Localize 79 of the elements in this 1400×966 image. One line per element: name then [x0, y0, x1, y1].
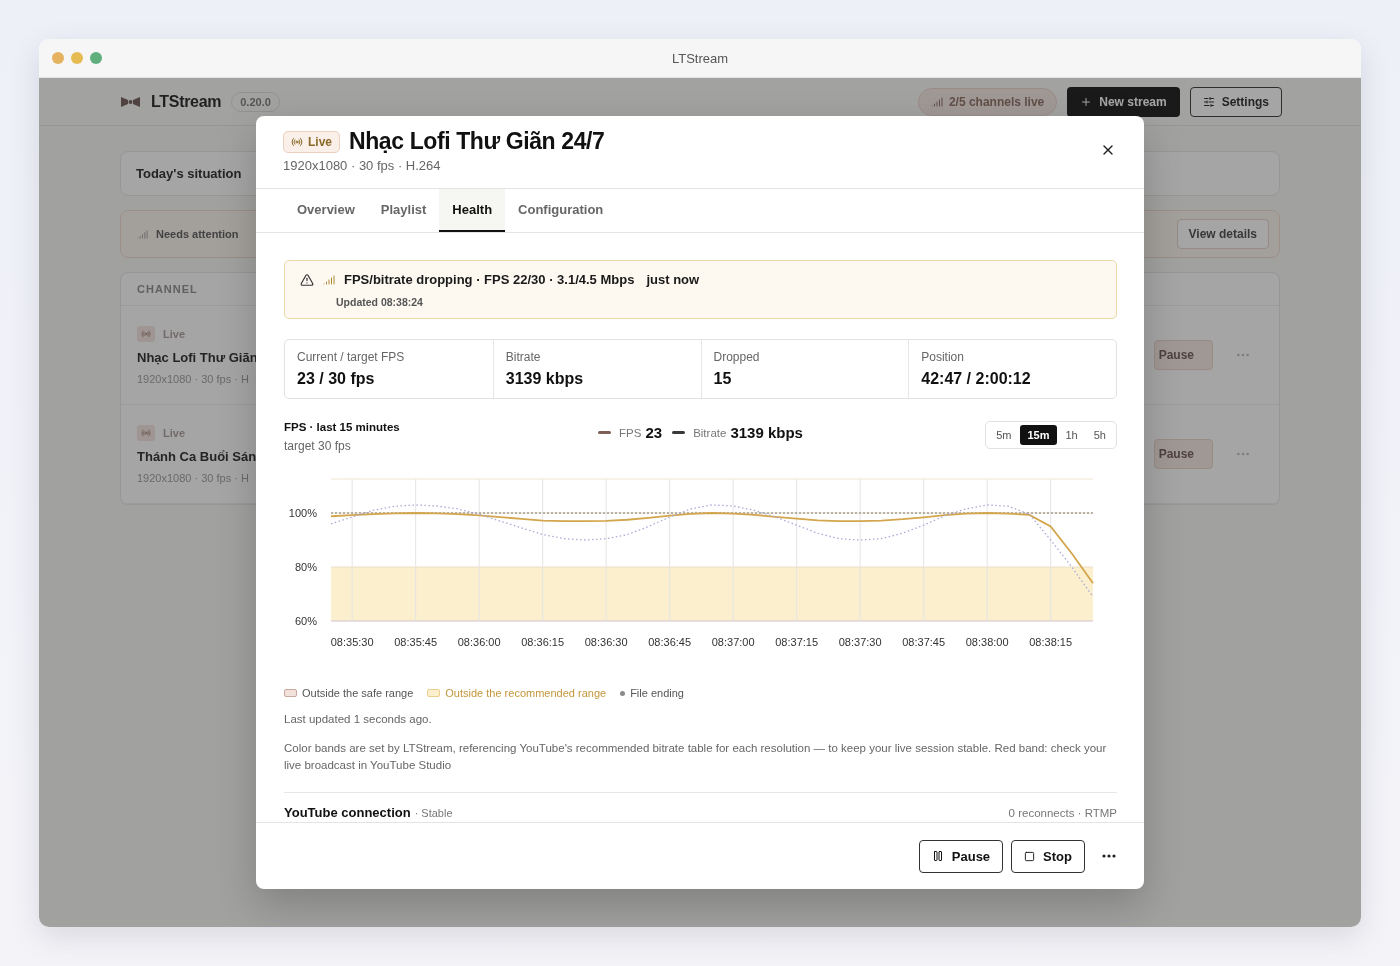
tick-label: 08:36:45 [648, 636, 692, 648]
live-badge: Live [283, 130, 340, 153]
signal-icon [323, 273, 335, 286]
broadcast-icon [137, 325, 155, 342]
tick-label: 08:37:45 [902, 636, 946, 648]
more-button[interactable] [1102, 854, 1116, 858]
stop-button[interactable]: Stop [1011, 839, 1085, 873]
tick-label: 60% [294, 615, 317, 627]
connection-status: · Stable [414, 807, 453, 819]
more-icon [1102, 854, 1116, 858]
stat-label: Dropped [713, 350, 761, 364]
card-title: Today's situation [135, 165, 243, 183]
window-title: LTStream [671, 50, 729, 66]
connection-title: YouTube connection [284, 805, 411, 820]
broadcast-icon [137, 424, 155, 441]
pause-button[interactable]: Pause [918, 839, 1004, 873]
settings-icon [1202, 95, 1215, 108]
view-details-button[interactable]: View details [1176, 219, 1269, 249]
tick-label: 08:38:00 [965, 636, 1009, 648]
range-option[interactable]: 1h [1058, 425, 1085, 445]
live-count-badge: 2/5 channels live [917, 87, 1058, 116]
tab[interactable]: Overview [284, 189, 368, 232]
range-option[interactable]: 5h [1086, 425, 1113, 445]
signal-icon [137, 228, 148, 240]
stat-label: Current / target FPS [297, 350, 406, 364]
pause-icon [931, 850, 944, 862]
alert-message: FPS/bitrate dropping · FPS 22/30 · 3.1/4.5 Mbps [344, 272, 635, 287]
attention-label: Needs attention [156, 228, 239, 240]
legend-value: 3139 kbps [730, 424, 803, 441]
channel-name: Thánh Ca Buổi Sán [137, 448, 257, 464]
status-label: Live [163, 327, 185, 340]
tab[interactable]: Health [439, 189, 506, 232]
new-stream-button[interactable]: New stream [1067, 86, 1180, 117]
stat-value: 3139 kbps [505, 370, 585, 388]
legend-label: Outside the safe range [302, 687, 414, 699]
dialog-subtitle: 1920x1080 · 30 fps · H.264 [283, 158, 442, 173]
legend-value: 23 [645, 424, 663, 441]
tick-label: 80% [294, 561, 317, 573]
tab[interactable]: Playlist [367, 189, 440, 232]
tick-label: 08:38:15 [1029, 636, 1073, 648]
info-note: Color bands are set by LTStream, referencing YouTube's recommended bitrate table for each resolution — to keep your live session stable. Red band: check your live broadcast in YouTube Studio [284, 741, 1108, 773]
chart-title: FPS · last 15 minutes [284, 421, 401, 433]
alert-time: just now [646, 272, 700, 287]
tick-label: 08:36:15 [521, 636, 565, 648]
stat-value: 15 [713, 370, 733, 388]
app-name: LTStream [151, 92, 222, 111]
warning-icon [300, 272, 314, 287]
dialog-title: Nhạc Lofi Thư Giãn 24/7 [349, 128, 605, 155]
legend-label: FPS [619, 426, 642, 439]
connection-detail: 0 reconnects · RTMP [1008, 807, 1117, 819]
alert-updated: Updated 08:38:24 [336, 296, 424, 308]
tick-label: 08:37:15 [775, 636, 819, 648]
tick-label: 08:37:30 [838, 636, 882, 648]
zoom-dot[interactable] [90, 52, 102, 64]
plus-icon [1080, 95, 1093, 108]
tick-label: 08:36:30 [584, 636, 628, 648]
stat-value: 23 / 30 fps [297, 370, 376, 388]
stat-label: Bitrate [505, 350, 542, 364]
minimize-dot[interactable] [71, 52, 83, 64]
logo-icon [120, 94, 141, 109]
range-option[interactable]: 15m [1020, 425, 1057, 445]
stat-label: Position [921, 350, 965, 364]
chart-subtitle: target 30 fps [284, 439, 352, 453]
tick-label: 08:35:45 [394, 636, 438, 648]
close-dot[interactable] [52, 52, 64, 64]
tick-label: 08:36:00 [457, 636, 501, 648]
legend-label: File ending [630, 687, 684, 699]
stop-icon [1024, 850, 1036, 862]
last-updated: Last updated 1 seconds ago. [284, 712, 433, 727]
stat-value: 42:47 / 2:00:12 [921, 370, 1032, 388]
status-label: Live [163, 426, 185, 439]
tab[interactable]: Configuration [505, 189, 617, 232]
legend-label: Outside the recommended range [445, 687, 607, 699]
tick-label: 08:35:30 [330, 636, 374, 648]
tick-label: 100% [288, 507, 317, 519]
legend-label: Bitrate [693, 426, 727, 439]
settings-button[interactable]: Settings [1189, 86, 1282, 117]
range-option[interactable]: 5m [989, 425, 1019, 445]
tick-label: 08:37:00 [711, 636, 755, 648]
